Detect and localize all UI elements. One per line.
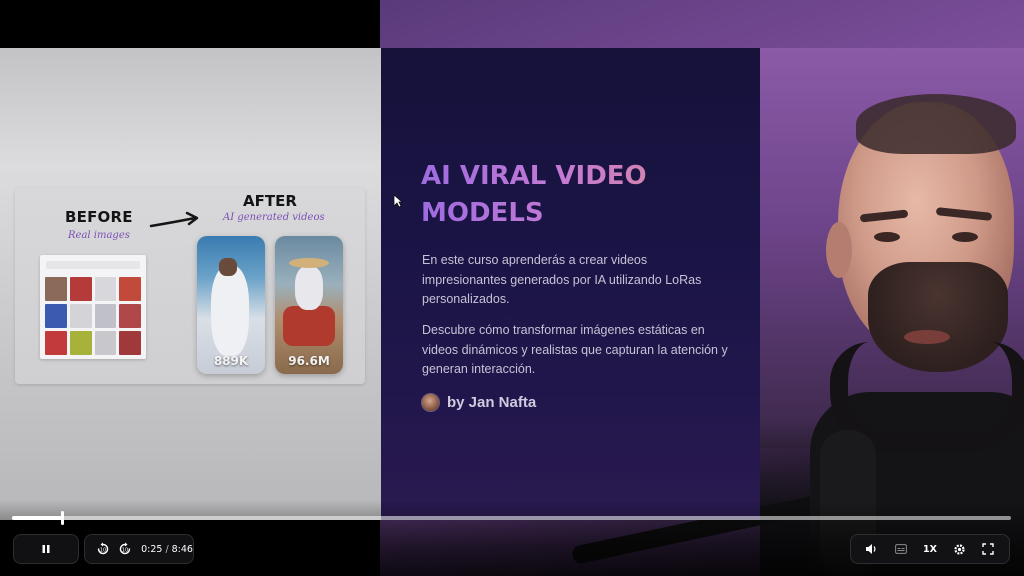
mouse-cursor-icon — [393, 194, 403, 208]
captions-icon[interactable] — [891, 539, 911, 559]
generated-video-thumbnail-2: 96.6M — [275, 236, 343, 374]
presenter-hair — [856, 94, 1016, 154]
time-separator: / — [165, 543, 169, 555]
before-after-card: BEFORE Real images AFTER AI generated vi… — [15, 188, 365, 384]
generated-video-thumbnail-1: 889K — [197, 236, 265, 374]
tractor-graphic — [283, 306, 335, 346]
seek-handle[interactable] — [60, 511, 64, 525]
playback-speed-label: 1X — [923, 543, 937, 555]
figure-graphic — [211, 266, 249, 356]
seek-bar[interactable] — [12, 511, 1011, 525]
volume-icon[interactable] — [862, 539, 882, 559]
image-thumbnails — [45, 277, 141, 355]
figure-graphic — [295, 266, 323, 310]
presenter-eye-left — [874, 232, 900, 242]
seek-bar-played — [12, 516, 62, 520]
time-display: 0:25/8:46 — [141, 544, 193, 555]
image-search-screenshot — [40, 255, 146, 359]
author-line: by Jan Nafta — [421, 393, 536, 412]
search-bar-graphic — [46, 261, 140, 269]
before-sublabel: Real images — [68, 230, 130, 241]
presenter-ear — [826, 222, 852, 278]
fullscreen-icon[interactable] — [978, 539, 998, 559]
seek-time-controls: 10 10 0:25/8:46 — [84, 534, 194, 564]
duration: 8:46 — [171, 543, 193, 555]
svg-text:10: 10 — [122, 548, 128, 554]
slide-title: AI VIRAL VIDEO MODELS — [421, 158, 741, 232]
author-name: by Jan Nafta — [447, 394, 537, 411]
after-sublabel: AI generated videos — [223, 212, 325, 223]
author-avatar — [421, 393, 440, 412]
hat-graphic — [289, 258, 329, 268]
slide-paragraph-1: En este curso aprenderás a crear videos … — [422, 253, 702, 306]
pause-icon[interactable] — [36, 539, 56, 559]
current-time: 0:25 — [141, 543, 163, 555]
svg-text:10: 10 — [100, 548, 106, 554]
figure-head-graphic — [219, 258, 237, 276]
slide-paragraph-2: Descubre cómo transformar imágenes estát… — [422, 323, 728, 376]
presenter-eye-right — [952, 232, 978, 242]
video-player[interactable]: BEFORE Real images AFTER AI generated vi… — [0, 0, 1024, 576]
before-label: BEFORE — [65, 208, 133, 226]
arrow-icon — [149, 211, 199, 228]
play-pause-control[interactable] — [13, 534, 79, 564]
after-label: AFTER — [243, 192, 297, 210]
forward-10-icon[interactable]: 10 — [117, 539, 133, 559]
settings-gear-icon[interactable] — [949, 539, 969, 559]
view-count-2: 96.6M — [288, 354, 330, 368]
view-count-1: 889K — [213, 354, 249, 368]
rewind-10-icon[interactable]: 10 — [95, 539, 111, 559]
playback-speed-button[interactable]: 1X — [920, 539, 940, 559]
player-settings-controls: 1X — [850, 534, 1010, 564]
